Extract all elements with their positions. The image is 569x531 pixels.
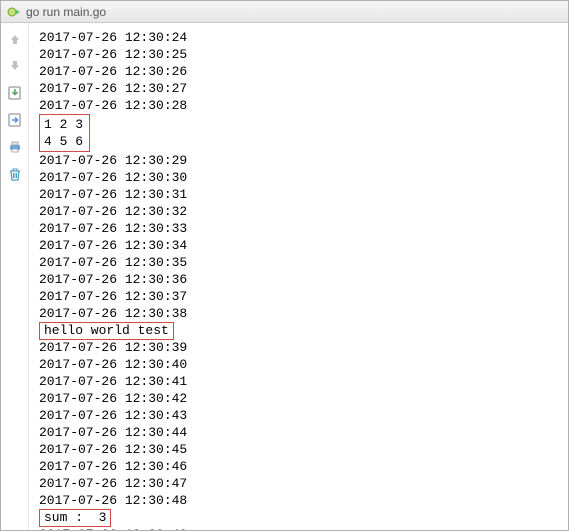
console-line: 2017-07-26 12:30:36: [39, 271, 568, 288]
console-line: 2017-07-26 12:30:32: [39, 203, 568, 220]
console-line: 2017-07-26 12:30:33: [39, 220, 568, 237]
save-download-icon[interactable]: [5, 83, 25, 103]
window-body: 2017-07-26 12:30:242017-07-26 12:30:2520…: [1, 23, 568, 530]
console-line: 2017-07-26 12:30:31: [39, 186, 568, 203]
console-line: 2017-07-26 12:30:38: [39, 305, 568, 322]
console-line: 2017-07-26 12:30:40: [39, 356, 568, 373]
console-line: 1 2 34 5 6: [39, 114, 568, 152]
console-line: 2017-07-26 12:30:49: [39, 526, 568, 530]
console-line: 2017-07-26 12:30:48: [39, 492, 568, 509]
arrow-up-icon[interactable]: [5, 29, 25, 49]
gutter: [1, 23, 29, 530]
console-line: 2017-07-26 12:30:24: [39, 29, 568, 46]
console-line: sum : 3: [39, 509, 568, 526]
console-line: 2017-07-26 12:30:41: [39, 373, 568, 390]
console-line: 2017-07-26 12:30:30: [39, 169, 568, 186]
console-line: hello world test: [39, 322, 568, 339]
arrow-down-icon[interactable]: [5, 56, 25, 76]
console-line: 2017-07-26 12:30:43: [39, 407, 568, 424]
console-line: 2017-07-26 12:30:27: [39, 80, 568, 97]
console-line: 2017-07-26 12:30:39: [39, 339, 568, 356]
highlighted-output: hello world test: [39, 322, 174, 340]
console-line: 2017-07-26 12:30:42: [39, 390, 568, 407]
console-line: 2017-07-26 12:30:26: [39, 63, 568, 80]
console-output: 2017-07-26 12:30:242017-07-26 12:30:2520…: [29, 23, 568, 530]
console-line: 2017-07-26 12:30:44: [39, 424, 568, 441]
print-icon[interactable]: [5, 137, 25, 157]
titlebar: go run main.go: [1, 1, 568, 23]
highlighted-output-block: 1 2 34 5 6: [39, 114, 90, 152]
highlighted-output-row: 4 5 6: [44, 133, 83, 150]
console-window: go run main.go: [0, 0, 569, 531]
console-line: 2017-07-26 12:30:45: [39, 441, 568, 458]
console-line: 2017-07-26 12:30:46: [39, 458, 568, 475]
highlighted-output-row: 1 2 3: [44, 116, 83, 133]
console-line: 2017-07-26 12:30:29: [39, 152, 568, 169]
console-line: 2017-07-26 12:30:25: [39, 46, 568, 63]
console-line: 2017-07-26 12:30:47: [39, 475, 568, 492]
trash-icon[interactable]: [5, 164, 25, 184]
console-line: 2017-07-26 12:30:34: [39, 237, 568, 254]
console-line: 2017-07-26 12:30:37: [39, 288, 568, 305]
highlighted-output: sum : 3: [39, 509, 111, 527]
export-icon[interactable]: [5, 110, 25, 130]
title-text: go run main.go: [26, 5, 106, 19]
console-line: 2017-07-26 12:30:28: [39, 97, 568, 114]
console-line: 2017-07-26 12:30:35: [39, 254, 568, 271]
go-run-icon: [7, 5, 21, 19]
